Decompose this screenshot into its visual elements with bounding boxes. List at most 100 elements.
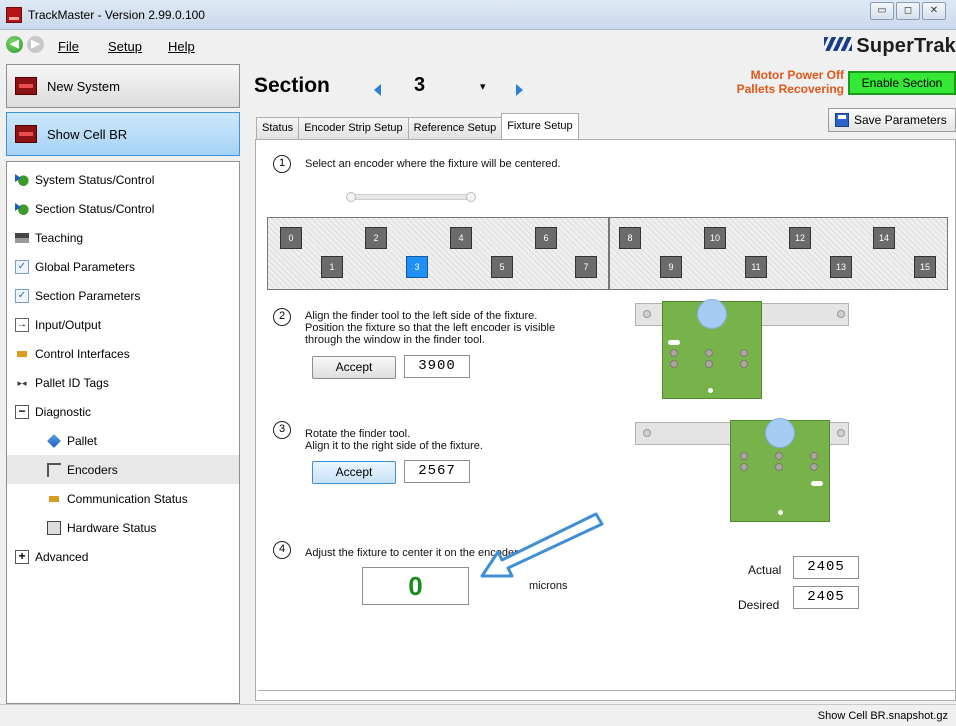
- fixture-hole: [705, 349, 713, 357]
- encoder-14[interactable]: 14: [873, 227, 895, 249]
- encoder-15[interactable]: 15: [914, 256, 936, 278]
- expand-icon[interactable]: +: [15, 549, 29, 564]
- encoder-6[interactable]: 6: [535, 227, 557, 249]
- centering-offset-readout: 0: [362, 567, 469, 605]
- step-2-line-3: through the window in the finder tool.: [305, 334, 485, 346]
- fixture-hole: [670, 349, 678, 357]
- nav-pallet-id-tags[interactable]: ▸◂ Pallet ID Tags: [7, 368, 239, 397]
- nav-section-parameters[interactable]: ✓ Section Parameters: [7, 281, 239, 310]
- section-dropdown-caret-icon[interactable]: ▾: [480, 80, 486, 93]
- nav-teaching[interactable]: Teaching: [7, 223, 239, 252]
- encoder-strip-divider: [608, 217, 610, 290]
- minimize-button[interactable]: ▭: [870, 2, 894, 20]
- desired-label: Desired: [738, 598, 780, 612]
- fixture-pin: [778, 510, 783, 515]
- encoder-5[interactable]: 5: [491, 256, 513, 278]
- nav-advanced[interactable]: + Advanced: [7, 542, 239, 571]
- encoder-0[interactable]: 0: [280, 227, 302, 249]
- tab-fixture-setup[interactable]: Fixture Setup: [501, 113, 579, 139]
- menu-help[interactable]: Help: [168, 39, 195, 54]
- nav-input-output[interactable]: → Input/Output: [7, 310, 239, 339]
- nav-control-interfaces[interactable]: Control Interfaces: [7, 339, 239, 368]
- step-3-accept-button[interactable]: Accept: [312, 461, 396, 484]
- step-1-text: Select an encoder where the fixture will…: [305, 158, 561, 170]
- encoder-13[interactable]: 13: [830, 256, 852, 278]
- encoder-12[interactable]: 12: [789, 227, 811, 249]
- nav-diagnostic[interactable]: − Diagnostic: [7, 397, 239, 426]
- annotation-arrow-icon: [480, 512, 604, 578]
- fixture-hole: [810, 463, 818, 471]
- fixture-hole: [740, 452, 748, 460]
- encoder-4[interactable]: 4: [450, 227, 472, 249]
- app-icon: [6, 7, 22, 23]
- step-2-line-1: Align the finder tool to the left side o…: [305, 310, 538, 322]
- save-disk-icon: [835, 113, 849, 127]
- forward-arrow-icon[interactable]: ▶: [27, 36, 44, 53]
- maximize-button[interactable]: ◻: [896, 2, 920, 20]
- step-2-accept-button[interactable]: Accept: [312, 356, 396, 379]
- tab-reference-setup[interactable]: Reference Setup: [407, 117, 503, 139]
- nav-global-parameters[interactable]: ✓ Global Parameters: [7, 252, 239, 281]
- step-2-text: Align the finder tool to the left side o…: [305, 310, 555, 346]
- microns-label: microns: [529, 580, 568, 592]
- input-output-icon: →: [15, 317, 29, 332]
- step-2-number: 2: [273, 308, 291, 326]
- menu-setup[interactable]: Setup: [108, 39, 142, 54]
- section-title: Section: [254, 74, 330, 97]
- plug-icon: [15, 350, 29, 357]
- new-system-button[interactable]: New System: [6, 64, 240, 108]
- nav-hardware-status[interactable]: Hardware Status: [7, 513, 239, 542]
- slider-left-knob[interactable]: [346, 192, 356, 202]
- step-3-line-1: Rotate the finder tool.: [305, 428, 411, 440]
- show-cell-button[interactable]: Show Cell BR: [6, 112, 240, 156]
- fixture-pin: [708, 388, 713, 393]
- collapse-icon[interactable]: −: [15, 404, 29, 419]
- rail-hole: [837, 310, 845, 318]
- back-arrow-icon[interactable]: ◀: [6, 36, 23, 53]
- supertrak-logo: SuperTrak: [824, 35, 956, 58]
- tab-status[interactable]: Status: [256, 117, 300, 139]
- slider-right-knob[interactable]: [466, 192, 476, 202]
- fixture-hole: [740, 360, 748, 368]
- motor-power-status: Motor Power Off: [750, 68, 844, 82]
- parameters-icon: ✓: [15, 288, 29, 303]
- finder-window-circle: [765, 418, 795, 448]
- motor-status: Motor Power Off Pallets Recovering: [737, 68, 844, 96]
- step-1-number: 1: [273, 155, 291, 173]
- encoder-2[interactable]: 2: [365, 227, 387, 249]
- encoder-9[interactable]: 9: [660, 256, 682, 278]
- fixture-hole: [740, 463, 748, 471]
- encoder-3[interactable]: 3: [406, 256, 428, 278]
- encoder-7[interactable]: 7: [575, 256, 597, 278]
- cell-icon: [15, 125, 37, 143]
- title-bar: TrackMaster - Version 2.99.0.100 ▭ ◻ ✕: [0, 0, 956, 30]
- cell-icon: [15, 77, 37, 95]
- nav-encoders[interactable]: Encoders: [7, 455, 239, 484]
- previous-section-arrow-icon[interactable]: [374, 84, 381, 96]
- encoder-11[interactable]: 11: [745, 256, 767, 278]
- encoder-8[interactable]: 8: [619, 227, 641, 249]
- save-parameters-button[interactable]: Save Parameters: [828, 108, 956, 132]
- menu-file[interactable]: File: [58, 39, 79, 54]
- tag-icon: ▸◂: [17, 377, 27, 388]
- nav-pallet[interactable]: Pallet: [7, 426, 239, 455]
- nav-communication-status[interactable]: Communication Status: [7, 484, 239, 513]
- encoder-position-slider[interactable]: [343, 190, 479, 204]
- nav-system-status[interactable]: System Status/Control: [7, 165, 239, 194]
- status-bar: Show Cell BR.snapshot.gz: [0, 704, 956, 726]
- fixture-hole: [775, 452, 783, 460]
- next-section-arrow-icon[interactable]: [516, 84, 523, 96]
- step-3-value: 2567: [404, 460, 470, 483]
- tab-encoder-strip-setup[interactable]: Encoder Strip Setup: [298, 117, 409, 139]
- section-number[interactable]: 3: [414, 74, 425, 97]
- encoder-10[interactable]: 10: [704, 227, 726, 249]
- step-4-number: 4: [273, 541, 291, 559]
- enable-section-button[interactable]: Enable Section: [848, 71, 956, 95]
- nav-section-status[interactable]: Section Status/Control: [7, 194, 239, 223]
- fixture-hole: [740, 349, 748, 357]
- actual-value: 2405: [793, 556, 859, 579]
- close-button[interactable]: ✕: [922, 2, 946, 20]
- step-3-line-2: Align it to the right side of the fixtur…: [305, 440, 483, 452]
- fixture-hole: [705, 360, 713, 368]
- encoder-1[interactable]: 1: [321, 256, 343, 278]
